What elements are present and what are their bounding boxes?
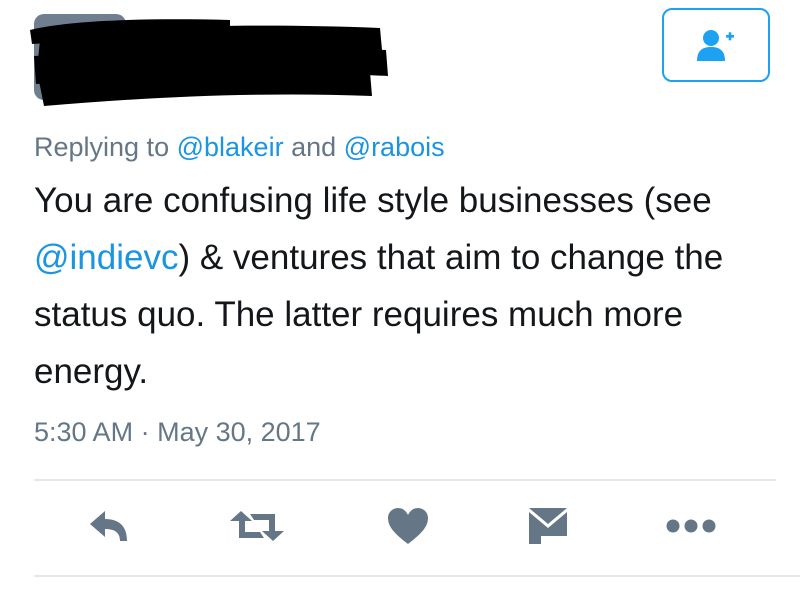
mention-blakeir-link[interactable]: @blakeir — [177, 132, 284, 162]
retweet-icon — [230, 511, 284, 541]
follow-button[interactable] — [662, 8, 770, 82]
add-user-icon — [697, 30, 734, 61]
mention-indievc-link[interactable]: @indievc — [34, 238, 178, 277]
reply-icon — [90, 511, 127, 541]
tweet-timestamp: 5:30 AM · May 30, 2017 — [34, 417, 321, 448]
retweet-button[interactable] — [228, 503, 286, 549]
direct-message-button[interactable] — [526, 503, 570, 549]
heart-icon — [388, 508, 428, 544]
redaction-scribble — [30, 19, 388, 106]
tweet-text: You are confusing life style businesses … — [34, 172, 774, 400]
envelope-icon — [529, 508, 567, 544]
more-button[interactable] — [664, 503, 718, 549]
reply-context: Replying to @blakeir and @rabois — [34, 132, 445, 163]
more-icon — [666, 519, 716, 533]
reply-joiner: and — [291, 132, 337, 162]
tweet-date: May 30, 2017 — [157, 417, 321, 447]
timestamp-separator: · — [140, 417, 150, 447]
mention-rabois-link[interactable]: @rabois — [344, 132, 445, 162]
reply-button[interactable] — [86, 503, 132, 549]
tweet-line-4: energy. — [34, 352, 149, 391]
tweet-line-3: status quo. The latter requires much mor… — [34, 295, 684, 334]
tweet-line-1: You are confusing life style businesses … — [34, 181, 712, 220]
tweet-time: 5:30 AM — [34, 417, 134, 447]
divider — [34, 575, 800, 577]
reply-prefix: Replying to — [34, 132, 170, 162]
tweet-line-2: @indievc) & ventures that aim to change … — [34, 229, 774, 286]
like-button[interactable] — [386, 503, 430, 549]
tweet-line-2-text: ) & ventures that aim to change the — [178, 238, 724, 277]
divider — [34, 479, 776, 481]
